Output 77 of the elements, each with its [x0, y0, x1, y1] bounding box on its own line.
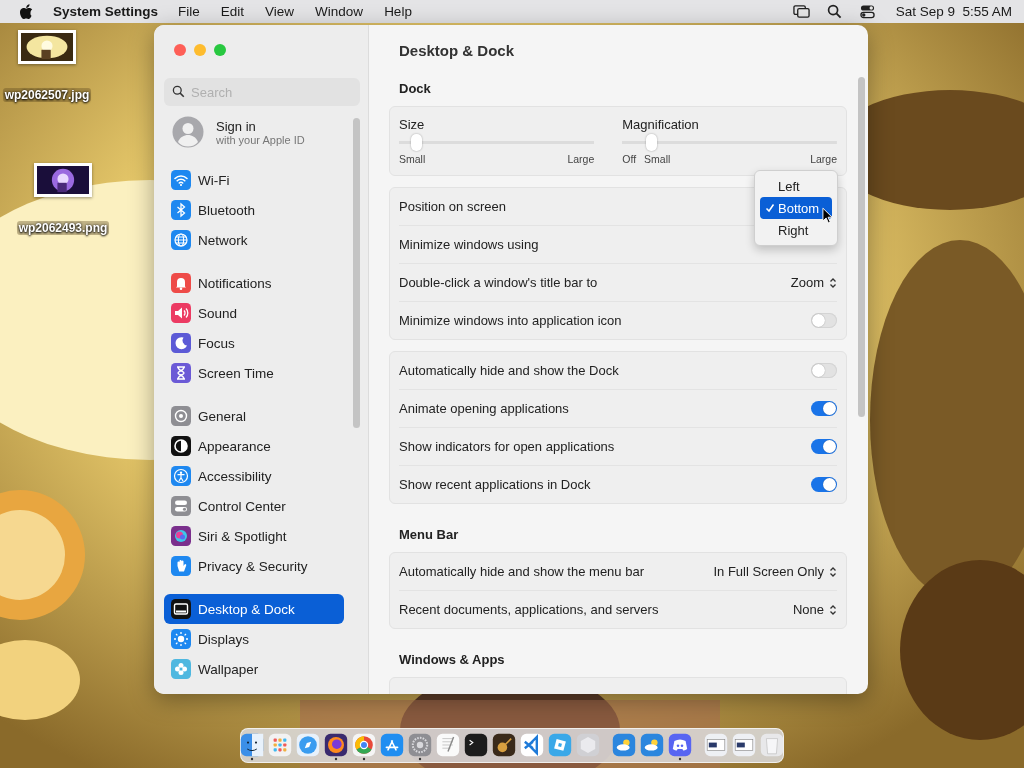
- popup-button[interactable]: None: [792, 602, 837, 617]
- sidebar-item[interactable]: Wi-Fi: [164, 165, 344, 195]
- sidebar-item[interactable]: Siri & Spotlight: [164, 521, 344, 551]
- section-heading: Windows & Apps: [398, 651, 506, 669]
- slider-thumb[interactable]: [410, 134, 422, 151]
- cursor-icon: [822, 207, 833, 224]
- toggle-switch[interactable]: [811, 363, 837, 378]
- stepper-icon: [829, 276, 837, 289]
- section-heading: Menu Bar: [398, 526, 460, 544]
- setting-label: Minimize windows into application icon: [399, 313, 622, 328]
- menu-option[interactable]: Bottom: [760, 197, 832, 219]
- tick-label: Small: [399, 153, 426, 165]
- screen-mirroring-icon[interactable]: [792, 4, 810, 19]
- slider-label: Size: [399, 117, 426, 132]
- sidebar-item[interactable]: General: [164, 401, 344, 431]
- sidebar-item[interactable]: Accessibility: [164, 461, 344, 491]
- setting-label: Double-click a window's title bar to: [399, 275, 598, 290]
- section-heading: Dock: [398, 80, 432, 98]
- checkmark-icon: [765, 203, 775, 213]
- sidebar-item[interactable]: Displays: [164, 624, 344, 654]
- menu-option[interactable]: Left: [760, 175, 832, 197]
- sign-in-subtitle: with your Apple ID: [216, 133, 305, 146]
- sidebar-item[interactable]: Privacy & Security: [164, 551, 344, 581]
- sidebar-item[interactable]: Focus: [164, 328, 344, 358]
- setting-label: Animate opening applications: [399, 401, 569, 416]
- apple-logo-icon[interactable]: [19, 3, 33, 20]
- gear-icon[interactable]: [408, 733, 432, 761]
- menu-item[interactable]: Window: [315, 4, 364, 19]
- tick-label: Small: [644, 153, 671, 165]
- slider-thumb[interactable]: [646, 134, 658, 151]
- search-icon: [172, 85, 185, 98]
- stepper-icon: [829, 603, 837, 616]
- close-button[interactable]: [174, 44, 186, 56]
- setting-label: Automatically hide and show the Dock: [399, 363, 619, 378]
- sidebar-item[interactable]: Network: [164, 225, 344, 255]
- menu-item[interactable]: View: [265, 4, 295, 19]
- menu-item[interactable]: Help: [384, 4, 412, 19]
- sidebar-item[interactable]: Bluetooth: [164, 195, 344, 225]
- scrollbar[interactable]: [858, 77, 865, 417]
- sidebar-item[interactable]: Desktop & Dock: [164, 594, 344, 624]
- setting-label: Show indicators for open applications: [399, 439, 615, 454]
- app-menu[interactable]: System Settings: [53, 4, 159, 19]
- menu-item[interactable]: File: [178, 4, 200, 19]
- sidebar-item[interactable]: Screen Time: [164, 358, 344, 388]
- setting-label: Automatically hide and show the menu bar: [399, 564, 644, 579]
- face-icon[interactable]: [240, 733, 264, 761]
- sidebar-item[interactable]: Sound: [164, 298, 344, 328]
- popup-button[interactable]: Zoom: [790, 275, 837, 290]
- setting-label: Minimize windows using: [399, 237, 539, 252]
- search-icon[interactable]: [825, 4, 843, 19]
- sidebar-item[interactable]: Notifications: [164, 268, 344, 298]
- tick-label: Large: [567, 153, 595, 165]
- tick-label: Off: [622, 153, 637, 165]
- sidebar-item[interactable]: Control Center: [164, 491, 344, 521]
- menu-option[interactable]: Right: [760, 219, 832, 241]
- menu-item[interactable]: Edit: [220, 4, 245, 19]
- control-center-icon[interactable]: [858, 4, 876, 19]
- toggle-switch[interactable]: [811, 313, 837, 328]
- toggle-switch[interactable]: [811, 477, 837, 492]
- sign-in-link[interactable]: Sign in: [216, 118, 305, 134]
- setting-label: Show recent applications in Dock: [399, 477, 591, 492]
- setting-label: Recent documents, applications, and servers: [399, 602, 659, 617]
- sidebar-item[interactable]: Wallpaper: [164, 654, 344, 684]
- avatar-icon[interactable]: [172, 116, 204, 148]
- scrollbar[interactable]: [353, 118, 360, 428]
- sidebar-item[interactable]: Appearance: [164, 431, 344, 461]
- tick-label: Large: [810, 153, 837, 165]
- window-title: Desktop & Dock: [398, 41, 516, 61]
- stepper-icon: [829, 565, 837, 578]
- clock[interactable]: Sat Sep 9 5:55 AM: [895, 4, 1012, 19]
- chat-icon[interactable]: [668, 733, 692, 761]
- zoom-button[interactable]: [214, 44, 226, 56]
- toggle-switch[interactable]: [811, 439, 837, 454]
- setting-label: Position on screen: [399, 199, 506, 214]
- popup-button[interactable]: In Full Screen Only: [713, 564, 837, 579]
- slider-label: Magnification: [622, 117, 700, 132]
- toggle-switch[interactable]: [811, 401, 837, 416]
